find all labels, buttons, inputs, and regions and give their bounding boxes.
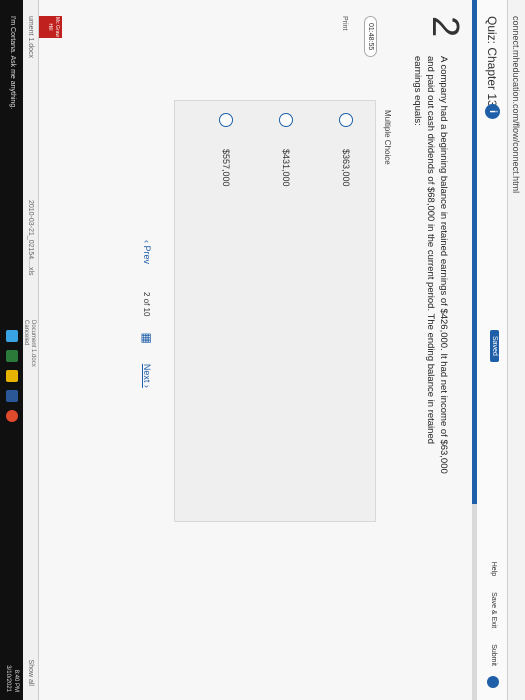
- prev-label: Prev: [142, 245, 152, 265]
- quiz-title: Quiz: Chapter 13: [485, 16, 499, 107]
- download-item[interactable]: Document 1.docx Canceled: [22, 320, 36, 367]
- timer-badge: 01:48:55: [364, 16, 377, 58]
- radio-button[interactable]: [279, 113, 293, 127]
- header-links: Help Save & Exit Submit: [490, 548, 497, 666]
- download-item[interactable]: 2010-03-21_02154....xls: [27, 200, 34, 276]
- question-type-label: Multiple Choice: [383, 110, 392, 165]
- question-navigation: ‹ Prev 2 of 10 ▦ Next ›: [140, 240, 154, 388]
- download-item-status: Canceled: [23, 320, 29, 346]
- word-icon[interactable]: [6, 390, 18, 402]
- grid-icon[interactable]: ▦: [140, 333, 154, 344]
- windows-taskbar: I'm Cortana. Ask me anything. 8:40 PM 3/…: [0, 0, 23, 700]
- quiz-header: Quiz: Chapter 13 i Saved Help Save & Exi…: [476, 0, 507, 700]
- answer-panel: $363,000 $431,000 $557,000: [174, 100, 376, 522]
- question-text: A company had a beginning balance in ret…: [412, 56, 449, 474]
- download-item[interactable]: ument 1.docx: [27, 16, 34, 58]
- answer-option-label: $557,000: [221, 149, 231, 187]
- page-counter: 2 of 10: [143, 292, 152, 317]
- question-content: 2 A company had a beginning balance in r…: [20, 0, 472, 700]
- question-number: 2: [424, 16, 466, 38]
- chrome-icon[interactable]: [6, 410, 18, 422]
- progress-bar: [472, 0, 477, 700]
- answer-option[interactable]: $431,000: [279, 113, 293, 187]
- show-all-button[interactable]: Show all: [27, 660, 34, 686]
- photo-frame: connect.mheducation.com/flow/connect.htm…: [0, 0, 525, 700]
- mcgraw-hill-logo: Mc Graw Hill: [36, 16, 62, 38]
- task-view-icon[interactable]: [6, 330, 18, 342]
- help-link[interactable]: Help: [490, 562, 497, 576]
- answer-option-label: $431,000: [281, 149, 291, 187]
- file-explorer-icon[interactable]: [6, 370, 18, 382]
- submit-link[interactable]: Submit: [490, 644, 497, 666]
- url-text: connect.mheducation.com/flow/connect.htm…: [511, 16, 521, 194]
- next-button[interactable]: Next ›: [142, 364, 152, 388]
- download-item-name: Document 1.docx: [30, 320, 36, 367]
- clock-time: 8:40 PM: [13, 669, 19, 692]
- question-sidebar: 01:48:55 Print: [341, 16, 382, 86]
- saved-badge: Saved: [490, 330, 499, 362]
- radio-button[interactable]: [219, 113, 233, 127]
- answer-option-label: $363,000: [341, 149, 351, 187]
- address-bar[interactable]: connect.mheducation.com/flow/connect.htm…: [507, 0, 525, 700]
- radio-button[interactable]: [339, 113, 353, 127]
- system-clock[interactable]: 8:40 PM 3/10/2021: [4, 665, 20, 692]
- logo-text: Mc Graw Hill: [47, 17, 60, 37]
- page-total: 10: [142, 307, 152, 317]
- info-icon[interactable]: i: [485, 104, 500, 119]
- cortana-search[interactable]: I'm Cortana. Ask me anything.: [9, 16, 16, 109]
- page-of: of: [142, 298, 152, 306]
- print-link[interactable]: Print: [341, 16, 348, 86]
- settings-icon[interactable]: [487, 676, 499, 688]
- answer-option[interactable]: $557,000: [219, 113, 233, 187]
- clock-date: 3/10/2021: [5, 665, 11, 692]
- taskbar-icons: [6, 330, 18, 422]
- save-exit-link[interactable]: Save & Exit: [490, 592, 497, 628]
- page-current: 2: [142, 292, 152, 297]
- monitor-screen: connect.mheducation.com/flow/connect.htm…: [0, 0, 525, 700]
- store-icon[interactable]: [6, 350, 18, 362]
- downloads-bar: ument 1.docx 2010-03-21_02154....xls Doc…: [22, 0, 39, 700]
- answer-option[interactable]: $363,000: [339, 113, 353, 187]
- next-label: Next: [142, 363, 152, 383]
- progress-fill: [472, 0, 477, 504]
- prev-button[interactable]: ‹ Prev: [142, 240, 152, 264]
